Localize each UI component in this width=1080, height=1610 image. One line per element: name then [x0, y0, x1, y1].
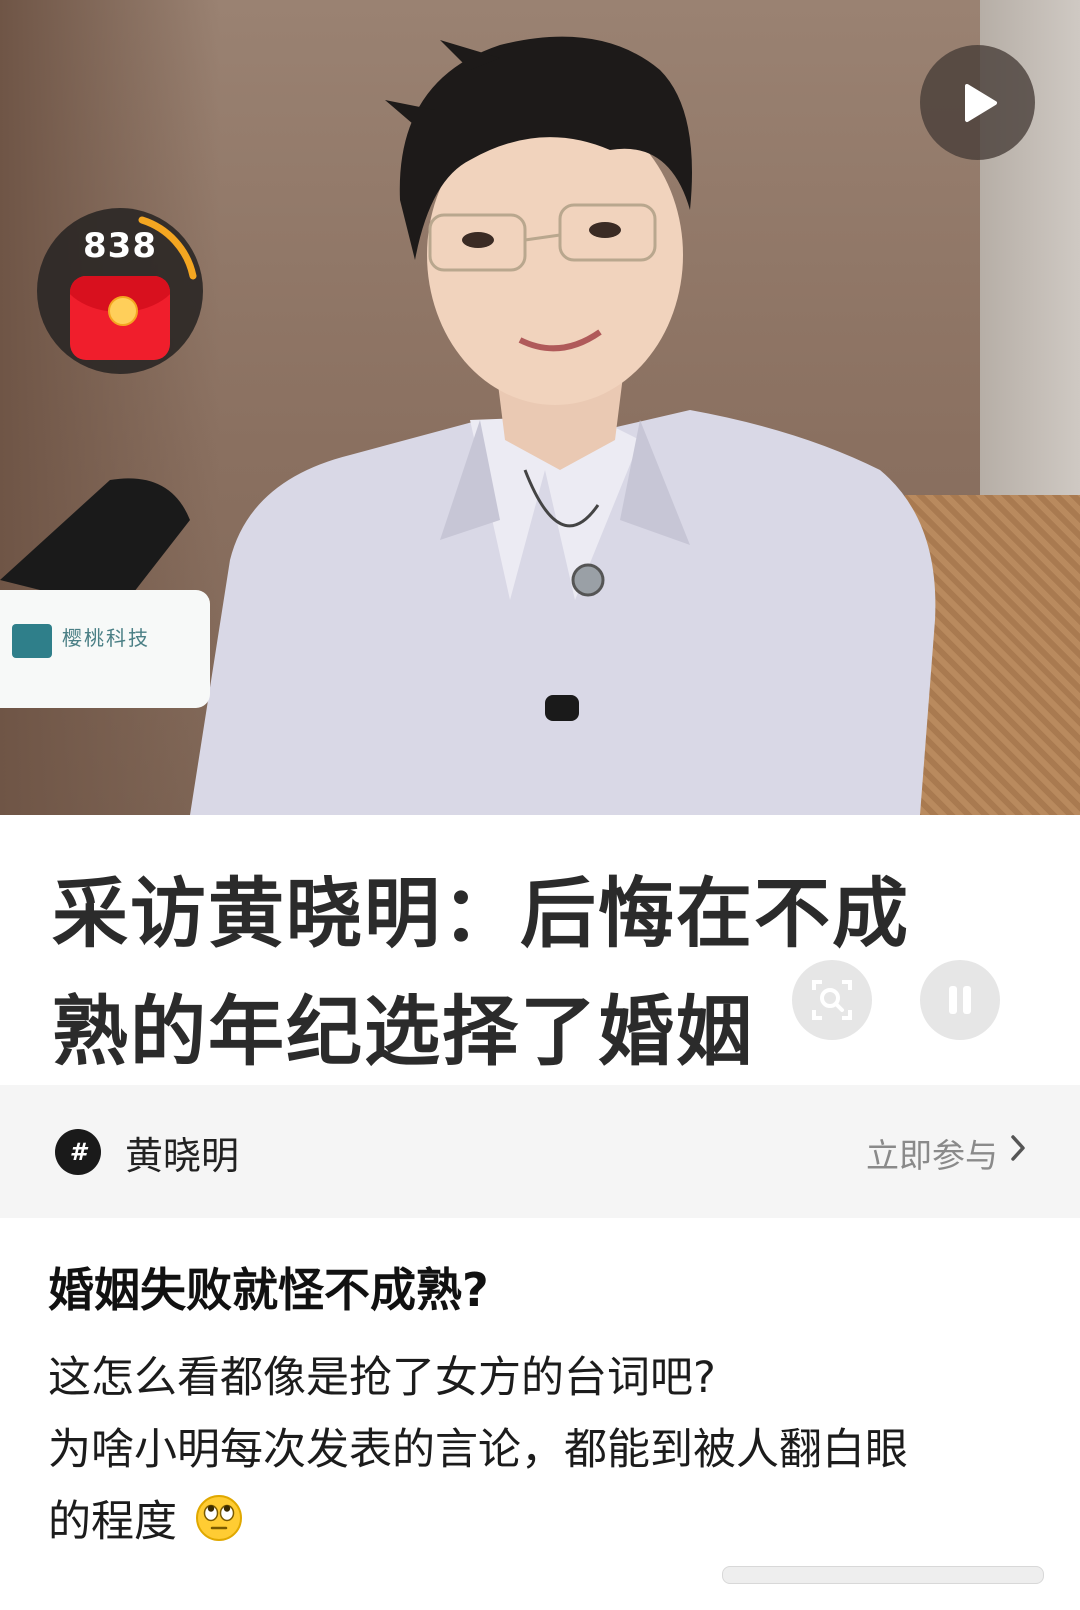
- search-icon: [812, 980, 852, 1020]
- post-content: 婚姻失败就怪不成熟? 这怎么看都像是抢了女方的台词吧? 为啥小明每次发表的言论，…: [48, 1260, 1038, 1558]
- post-title: 婚姻失败就怪不成熟?: [48, 1263, 489, 1317]
- topic-bar[interactable]: # 黄晓明 立即参与: [0, 1085, 1080, 1218]
- interview-microphone-card: 樱桃科技: [0, 590, 210, 708]
- post-line-2: 为啥小明每次发表的言论，都能到被人翻白眼: [48, 1425, 908, 1475]
- post-line-3: 的程度: [48, 1497, 177, 1547]
- chevron-right-icon: [1011, 1135, 1025, 1161]
- video-player[interactable]: 樱桃科技 838: [0, 0, 1080, 815]
- eye-roll-emoji-icon: [195, 1495, 242, 1541]
- topic-name: 黄晓明: [125, 1134, 240, 1178]
- post-body: 这怎么看都像是抢了女方的台词吧? 为啥小明每次发表的言论，都能到被人翻白眼 的程…: [48, 1342, 1038, 1558]
- red-packet-icon: [70, 276, 170, 360]
- mic-brand-text: 樱桃科技: [62, 626, 150, 650]
- hashtag-icon: #: [55, 1129, 101, 1175]
- headline-area: 采访黄晓明：后悔在不成 熟的年纪选择了婚姻: [0, 815, 1080, 1085]
- pause-button[interactable]: [920, 960, 1000, 1040]
- image-search-button[interactable]: [792, 960, 872, 1040]
- red-packet-count: 838: [83, 226, 157, 266]
- pause-icon: [949, 986, 971, 1014]
- play-button[interactable]: [920, 45, 1035, 160]
- scroll-indicator[interactable]: [722, 1566, 1044, 1584]
- join-topic-link[interactable]: 立即参与: [866, 1129, 998, 1177]
- post-line-1: 这怎么看都像是抢了女方的台词吧?: [48, 1353, 716, 1403]
- red-packet-widget[interactable]: 838: [37, 208, 203, 374]
- play-icon: [964, 83, 997, 122]
- headline-line-1: 采访黄晓明：后悔在不成: [52, 869, 910, 958]
- brand-logo: [12, 624, 52, 658]
- post-line-3-wrapper: 的程度: [48, 1486, 1038, 1558]
